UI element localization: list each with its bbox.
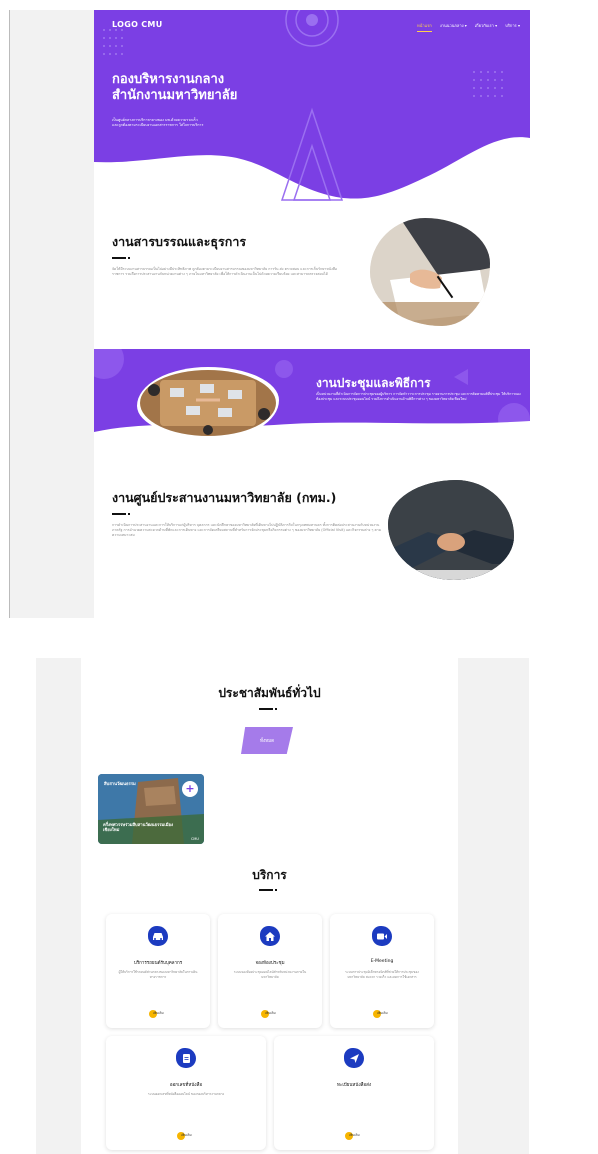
handshake-photo-illustration <box>388 480 514 580</box>
section-center: งานศูนย์ประสานงานมหาวิทยาลัย (กทม.) การด… <box>112 488 382 538</box>
homepage-screenshot-bottom: ประชาสัมพันธ์ทั่วไป ทั้งหมด สืบสานวัฒนธร… <box>36 658 529 1154</box>
hero-title-line2: สำนักงานมหาวิทยาลัย <box>112 88 238 103</box>
service-more-button[interactable]: เพิ่มเติม <box>149 1009 167 1018</box>
car-icon <box>148 926 168 946</box>
section-meeting-title: งานประชุมและพิธีการ <box>316 376 431 390</box>
service-desc: ระบบจองห้องประชุมออนไลน์สำหรับหน่วยงานภา… <box>233 970 307 979</box>
hero-section: LOGO CMU หน้าแรก งานนวนกลาง ▾ เกี่ยวกับเ… <box>94 10 530 210</box>
service-title: ทะเบียนหนังสือส่ง <box>336 1083 372 1088</box>
plus-icon[interactable]: + <box>182 781 198 797</box>
hero-title-line1: กองบริหารงานกลาง <box>112 72 225 87</box>
homepage-upper: LOGO CMU หน้าแรก งานนวนกลาง ▾ เกี่ยวกับเ… <box>94 10 530 618</box>
news-card-title[interactable]: ครึ่งทศวรรษร่วมสืบสานวัฒนธรรมเมืองเชียงใ… <box>103 822 175 832</box>
site-logo[interactable]: LOGO CMU <box>112 20 163 29</box>
service-card-e-meeting[interactable]: E-Meeting ระบบการประชุมอิเล็กทรอนิกส์ที่… <box>330 914 434 1028</box>
video-camera-icon <box>372 926 392 946</box>
meeting-photo <box>137 367 279 439</box>
page-frame: LOGO CMU หน้าแรก งานนวนกลาง ▾ เกี่ยวกับเ… <box>0 0 598 1154</box>
section-saraban-title: งานสารบรรณและธุรการ <box>112 234 247 249</box>
services-heading-divider <box>259 889 277 891</box>
news-filter-all[interactable]: ทั้งหมด <box>241 727 293 754</box>
service-card-room-booking[interactable]: จองห้องประชุม ระบบจองห้องประชุมออนไลน์สำ… <box>218 914 322 1028</box>
home-icon <box>260 926 280 946</box>
news-card-tag: CMU <box>190 837 199 841</box>
service-desc: ระบบออกเลขที่หนังสือออนไลน์ ของกองบริหาร… <box>147 1092 225 1096</box>
section-saraban: งานสารบรรณและธุรการ จัดให้มีระบบงานสารบร… <box>112 232 342 277</box>
hero-subtitle-line2: และถูกต้องตามระเบียบงานเอกสารราชการ ใส่ใ… <box>112 123 204 127</box>
service-title: E-Meeting <box>370 959 394 964</box>
nav-services[interactable]: บริการ ▾ <box>505 22 520 32</box>
handshake-photo <box>388 480 514 580</box>
section-center-title: งานศูนย์ประสานงานมหาวิทยาลัย (กทม.) <box>112 490 337 505</box>
news-card-overlay-title: สืบสานวัฒนธรรม <box>104 781 136 786</box>
nav-about[interactable]: เกี่ยวกับเรา ▾ <box>475 22 497 32</box>
homepage-lower: ประชาสัมพันธ์ทั่วไป ทั้งหมด สืบสานวัฒนธร… <box>81 658 458 1154</box>
service-more-button[interactable]: เพิ่มเติม <box>177 1131 195 1140</box>
hero-background <box>94 10 530 201</box>
service-card-vehicle[interactable]: บริการรถยนต์รับบุคลากร ผู้ให้บริการใช้รถ… <box>106 914 210 1028</box>
section-divider <box>112 513 382 515</box>
document-icon <box>176 1048 196 1068</box>
nav-home[interactable]: หน้าแรก <box>417 22 432 32</box>
meeting-photo-illustration <box>140 370 276 436</box>
hero-subtitle: เป็นศูนย์กลางการบริการกลางของ มช.ด้วยควา… <box>112 118 232 128</box>
section-center-text: การดำเนินการประสานงานและการให้บริการแก่ผ… <box>112 523 382 537</box>
section-saraban-text: จัดให้มีระบบงานสารบรรณเป็นไปอย่างมีประสิ… <box>112 267 338 276</box>
news-heading: ประชาสัมพันธ์ทั่วไป <box>218 686 321 700</box>
news-heading-divider <box>259 708 277 710</box>
news-card[interactable]: สืบสานวัฒนธรรม + ครึ่งทศวรรษร่วมสืบสานวั… <box>98 774 204 844</box>
section-meeting-text: เป็นหน่วยงานที่ดำเนินการจัดการประชุมของผ… <box>316 392 521 401</box>
service-more-button[interactable]: เพิ่มเติม <box>261 1009 279 1018</box>
service-more-button[interactable]: เพิ่มเติม <box>345 1131 363 1140</box>
send-icon <box>344 1048 364 1068</box>
service-desc: ระบบการประชุมอิเล็กทรอนิกส์ที่ช่วยให้การ… <box>345 970 419 979</box>
hero-title: กองบริหารงานกลาง สำนักงานมหาวิทยาลัย <box>112 72 332 104</box>
top-navigation: หน้าแรก งานนวนกลาง ▾ เกี่ยวกับเรา ▾ บริก… <box>417 22 520 32</box>
service-title: ออกเลขที่หนังสือ <box>169 1083 203 1088</box>
services-heading: บริการ <box>252 868 287 882</box>
service-desc: ผู้ให้บริการใช้รถยนต์ส่วนกลางของมหาวิทยา… <box>118 970 198 979</box>
writing-photo <box>370 218 490 326</box>
service-title: จองห้องประชุม <box>255 961 285 966</box>
service-title: บริการรถยนต์รับบุคลากร <box>133 961 183 966</box>
service-card-document-number[interactable]: ออกเลขที่หนังสือ ระบบออกเลขที่หนังสือออน… <box>106 1036 266 1150</box>
writing-photo-illustration <box>370 218 490 326</box>
service-card-outgoing-register[interactable]: ทะเบียนหนังสือส่ง เพิ่มเติม <box>274 1036 434 1150</box>
homepage-screenshot-top: LOGO CMU หน้าแรก งานนวนกลาง ▾ เกี่ยวกับเ… <box>9 10 530 618</box>
nav-central-work[interactable]: งานนวนกลาง ▾ <box>440 22 467 32</box>
service-more-button[interactable]: เพิ่มเติม <box>373 1009 391 1018</box>
section-divider <box>112 257 342 259</box>
